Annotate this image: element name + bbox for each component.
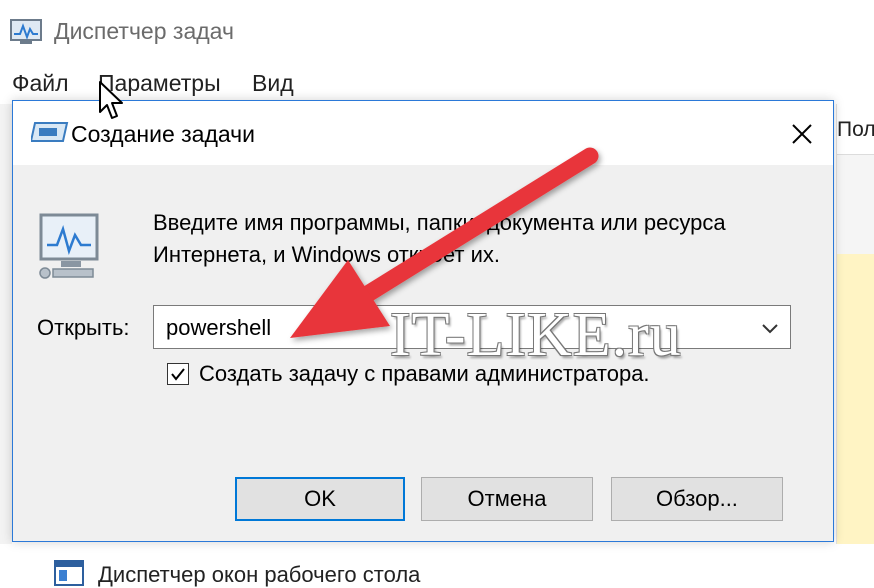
description-line-2: Интернета, и Windows откроет их. <box>153 242 500 267</box>
open-label: Открыть: <box>37 315 130 340</box>
close-icon <box>792 124 812 144</box>
cancel-button[interactable]: Отмена <box>421 477 593 521</box>
browse-button[interactable]: Обзор... <box>611 477 783 521</box>
task-manager-left-edge <box>0 104 12 544</box>
watermark-text: IT-LIKE.ru <box>390 301 682 369</box>
checkmark-icon <box>171 368 185 381</box>
column-header-partial[interactable]: Пол <box>837 104 874 155</box>
process-row[interactable]: Диспетчер окон рабочего стола <box>0 544 874 587</box>
column-header-label: Пол <box>837 118 874 141</box>
task-manager-icon <box>10 19 42 44</box>
dialog-title: Создание задачи <box>71 121 255 147</box>
task-manager-menubar: Файл Параметры Вид <box>0 62 874 102</box>
menu-file[interactable]: Файл <box>12 70 69 97</box>
open-input-value[interactable]: powershell <box>166 315 271 341</box>
ok-button[interactable]: OK <box>235 477 405 521</box>
mouse-cursor-icon <box>99 81 123 119</box>
process-name: Диспетчер окон рабочего стола <box>98 562 421 587</box>
description-line-1: Введите имя программы, папки, документа … <box>153 210 726 235</box>
task-manager-right-column: Пол <box>836 104 874 544</box>
run-icon <box>31 122 69 142</box>
dialog-description: Введите имя программы, папки, документа … <box>153 207 813 271</box>
task-manager-large-icon <box>39 213 99 279</box>
close-button[interactable] <box>785 117 819 151</box>
chevron-down-icon[interactable] <box>760 318 780 338</box>
column-highlight <box>837 254 874 544</box>
task-manager-title: Диспетчер задач <box>54 18 234 44</box>
desktop-window-manager-icon <box>54 560 84 586</box>
menu-view[interactable]: Вид <box>252 70 294 97</box>
admin-checkbox[interactable] <box>167 363 189 385</box>
dialog-titlebar: Создание задачи <box>13 101 833 165</box>
task-manager-titlebar: Диспетчер задач <box>0 0 874 62</box>
